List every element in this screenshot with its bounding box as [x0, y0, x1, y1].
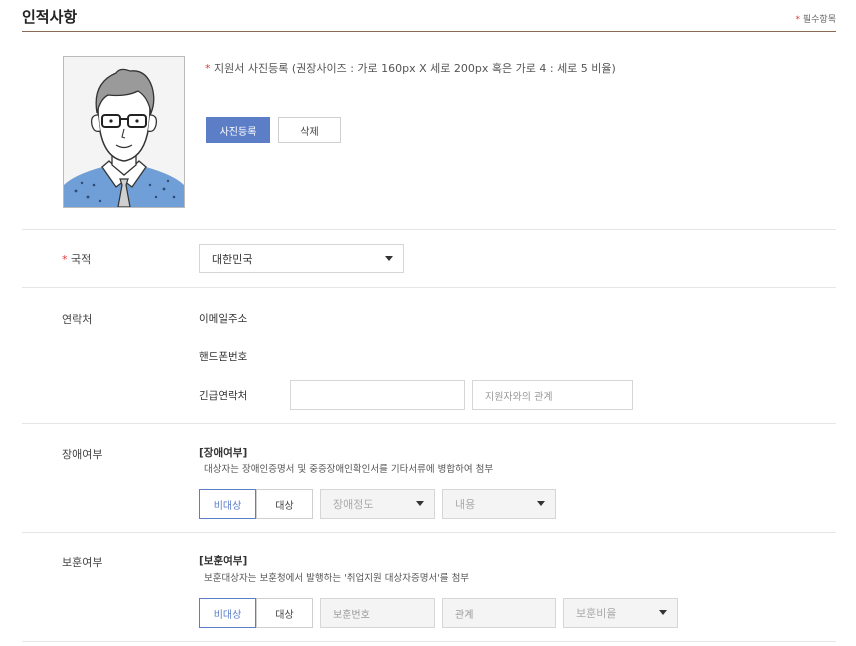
disability-non-target-button[interactable]: 비대상: [199, 489, 256, 519]
disability-target-button[interactable]: 대상: [256, 489, 313, 519]
nationality-label-text: 국적: [71, 253, 92, 266]
photo-required-mark: *: [205, 62, 211, 75]
dropdown-arrow-icon: [659, 610, 667, 615]
required-note: * 필수항목: [796, 12, 837, 25]
phone-label: 핸드폰번호: [199, 351, 248, 363]
profile-photo: [63, 56, 185, 208]
nationality-select[interactable]: 대한민국: [199, 244, 404, 273]
disability-heading: [장애여부]: [199, 447, 248, 459]
disability-grade-placeholder: 장애정도: [333, 498, 374, 511]
section-title: 인적사항: [22, 8, 78, 26]
relation-input[interactable]: 지원자와의 관계: [472, 380, 633, 410]
veteran-ratio-select[interactable]: 보훈비율: [563, 598, 678, 628]
title-divider: [22, 31, 836, 32]
disability-label: 장애여부: [62, 448, 103, 461]
dropdown-arrow-icon: [416, 501, 424, 506]
register-photo-button[interactable]: 사진등록: [206, 117, 270, 143]
disability-content-select[interactable]: 내용: [442, 489, 556, 519]
divider: [22, 287, 836, 288]
emergency-contact-input[interactable]: [290, 380, 465, 410]
emergency-contact-label: 긴급연락처: [199, 390, 248, 402]
disability-grade-select[interactable]: 장애정도: [320, 489, 435, 519]
disability-desc: 대상자는 장애인증명서 및 중증장애인확인서를 기타서류에 병합하여 첨부: [204, 464, 494, 475]
veteran-heading: [보훈여부]: [199, 555, 248, 567]
divider: [22, 641, 836, 642]
photo-note: * 지원서 사진등록 (권장사이즈 : 가로 160px X 세로 200px …: [205, 60, 616, 76]
dropdown-arrow-icon: [537, 501, 545, 506]
contact-label: 연락처: [62, 313, 93, 326]
veteran-ratio-placeholder: 보훈비율: [576, 607, 617, 620]
delete-photo-button[interactable]: 삭제: [278, 117, 341, 143]
dropdown-arrow-icon: [385, 255, 393, 261]
divider: [22, 229, 836, 230]
veteran-non-target-button[interactable]: 비대상: [199, 598, 256, 628]
required-mark: *: [795, 15, 801, 25]
veteran-desc: 보훈대상자는 보훈청에서 발행하는 '취업지원 대상자증명서'를 첨부: [204, 573, 470, 584]
nationality-required-mark: *: [62, 253, 68, 266]
veteran-target-button[interactable]: 대상: [256, 598, 313, 628]
required-note-text: 필수항목: [802, 15, 836, 25]
veteran-relation-input[interactable]: 관계: [442, 598, 556, 628]
divider: [22, 423, 836, 424]
nationality-value: 대한민국: [212, 252, 253, 266]
photo-note-text: 지원서 사진등록 (권장사이즈 : 가로 160px X 세로 200px 혹은…: [214, 62, 616, 75]
veteran-number-input[interactable]: 보훈번호: [320, 598, 435, 628]
nationality-label: * 국적: [62, 251, 91, 267]
veteran-label: 보훈여부: [62, 556, 103, 569]
avatar-illustration: [64, 68, 184, 207]
disability-content-placeholder: 내용: [455, 498, 476, 511]
divider: [22, 532, 836, 533]
email-label: 이메일주소: [199, 313, 248, 325]
